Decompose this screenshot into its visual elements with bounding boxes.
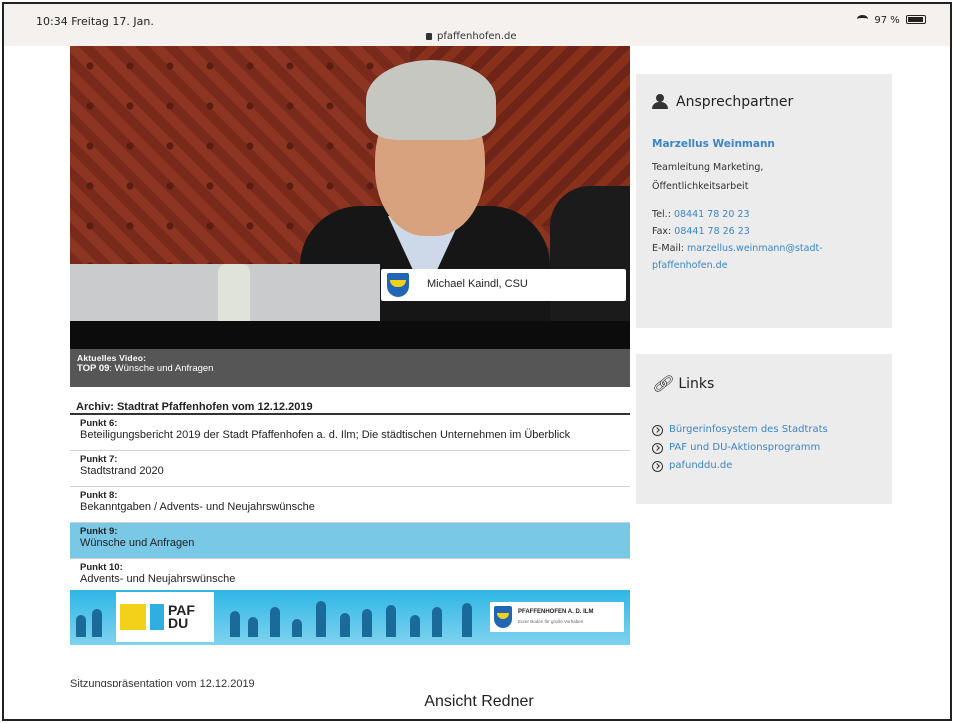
- link-icon: 🔗︎: [652, 374, 673, 393]
- agenda-item-7[interactable]: Punkt 7: Stadtstrand 2020: [70, 451, 630, 487]
- logo-yellow-block: [120, 604, 146, 630]
- email-link-cont[interactable]: pfaffenhofen.de: [652, 260, 728, 271]
- tel-link[interactable]: 08441 78 20 23: [674, 209, 750, 220]
- archive-list: Archiv: Stadtrat Pfaffenhofen vom 12.12.…: [70, 397, 630, 595]
- links-heading: 🔗︎ Links: [652, 374, 715, 393]
- silhouette-figure: [292, 619, 302, 637]
- silhouette-figure: [270, 607, 280, 637]
- coat-of-arms-icon: [387, 273, 409, 297]
- status-indicators: 97 %: [854, 15, 926, 26]
- silhouette-figure: [230, 611, 240, 637]
- logo-title: PFAFFENHOFEN A. D. ILM: [518, 609, 594, 615]
- agenda-item-8[interactable]: Punkt 8: Bekanntgaben / Advents- und Neu…: [70, 487, 630, 523]
- silhouette-figure: [340, 613, 350, 637]
- agenda-point: Punkt 6:: [80, 418, 118, 429]
- desk: [70, 321, 630, 349]
- speaker-hair: [366, 60, 496, 140]
- silhouette-figure: [76, 615, 86, 637]
- speaker-lower-third: Michael Kaindl, CSU: [381, 269, 626, 301]
- coat-of-arms-icon: [494, 606, 512, 628]
- video-player[interactable]: Michael Kaindl, CSU: [70, 46, 630, 349]
- contact-tel: Tel.: 08441 78 20 23: [652, 209, 750, 220]
- current-video-bar: Aktuelles Video: TOP 09: Wünsche und Anf…: [70, 349, 630, 387]
- presentation-link-cutoff[interactable]: Sitzungspräsentation vom 12.12.2019: [70, 678, 255, 687]
- agenda-point: Punkt 9:: [80, 526, 118, 537]
- agenda-point: Punkt 7:: [80, 454, 118, 465]
- paf-du-text: PAF DU: [168, 602, 195, 631]
- current-video-title: TOP 09: Wünsche und Anfragen: [77, 363, 214, 374]
- contact-name[interactable]: Marzellus Weinmann: [652, 138, 876, 150]
- agenda-text: Bekanntgaben / Advents- und Neujahrswüns…: [80, 501, 315, 513]
- agenda-text: Beteiligungsbericht 2019 der Stadt Pfaff…: [80, 429, 571, 441]
- contact-fax: Fax: 08441 78 26 23: [652, 226, 750, 237]
- contact-heading: Ansprechpartner: [652, 94, 876, 110]
- logo-blue-block: [150, 604, 164, 630]
- silhouette-figure: [410, 615, 420, 637]
- status-bar: 10:34 Freitag 17. Jan. pfaffenhofen.de 9…: [4, 4, 950, 46]
- link-pafunddu[interactable]: pafunddu.de: [652, 457, 876, 475]
- silhouette-figure: [248, 617, 258, 637]
- pfaffenhofen-logo: PFAFFENHOFEN A. D. ILM Eurer Boden für g…: [490, 602, 624, 632]
- silhouette-figure: [92, 609, 102, 637]
- agenda-item-9-active[interactable]: Punkt 9: Wünsche und Anfragen: [70, 523, 630, 559]
- status-time: 10:34 Freitag 17. Jan.: [36, 15, 154, 28]
- paf-du-logo: PAF DU: [116, 592, 214, 642]
- link-paf-du-programm[interactable]: PAF und DU-Aktionsprogramm: [652, 439, 876, 457]
- video-person-right: [550, 186, 630, 326]
- circle-chevron-right-icon: [652, 424, 663, 436]
- archive-title: Archiv: Stadtrat Pfaffenhofen vom 12.12.…: [70, 397, 630, 415]
- battery-icon: [906, 15, 926, 24]
- links-card: 🔗︎ Links Bürgerinfosystem des Stadtrats P…: [636, 354, 892, 504]
- agenda-text: Advents- und Neujahrswünsche: [80, 573, 236, 585]
- agenda-point: Punkt 10:: [80, 562, 123, 573]
- water-bottle: [218, 264, 250, 324]
- agenda-text: Stadtstrand 2020: [80, 465, 164, 477]
- circle-chevron-right-icon: [652, 460, 663, 472]
- agenda-text: Wünsche und Anfragen: [80, 537, 195, 549]
- lock-icon: [426, 33, 432, 40]
- silhouette-figure: [462, 603, 472, 637]
- agenda-item-6[interactable]: Punkt 6: Beteiligungsbericht 2019 der St…: [70, 415, 630, 451]
- silhouette-figure: [316, 601, 326, 637]
- speaker-name: Michael Kaindl, CSU: [427, 278, 528, 290]
- battery-level: 97 %: [874, 15, 900, 26]
- contact-card: Ansprechpartner Marzellus Weinmann Teaml…: [636, 74, 892, 328]
- circle-chevron-right-icon: [652, 442, 663, 454]
- agenda-point: Punkt 8:: [80, 490, 118, 501]
- logo-subtitle: Eurer Boden für große Vorhaben: [518, 619, 584, 624]
- current-video-label: Aktuelles Video:: [77, 353, 147, 363]
- fax-link[interactable]: 08441 78 26 23: [674, 226, 750, 237]
- link-buergerinfosystem[interactable]: Bürgerinfosystem des Stadtrats: [652, 421, 876, 439]
- wifi-icon: [857, 15, 869, 23]
- contact-email: E-Mail: marzellus.weinmann@stadt-: [652, 243, 823, 254]
- contact-role: Teamleitung Marketing, Öffentlichkeitsarb…: [652, 162, 764, 192]
- silhouette-figure: [386, 605, 396, 637]
- address-bar[interactable]: pfaffenhofen.de: [426, 31, 517, 42]
- paf-du-banner[interactable]: PAF DU PFAFFENHOFEN A. D. ILM Eurer Boden…: [70, 590, 630, 645]
- figure-caption: Ansicht Redner: [424, 693, 534, 710]
- email-link[interactable]: marzellus.weinmann@stadt-: [687, 243, 823, 254]
- person-icon: [652, 94, 670, 110]
- screenshot-frame: 10:34 Freitag 17. Jan. pfaffenhofen.de 9…: [2, 2, 952, 721]
- silhouette-figure: [432, 607, 442, 637]
- silhouette-figure: [362, 609, 372, 637]
